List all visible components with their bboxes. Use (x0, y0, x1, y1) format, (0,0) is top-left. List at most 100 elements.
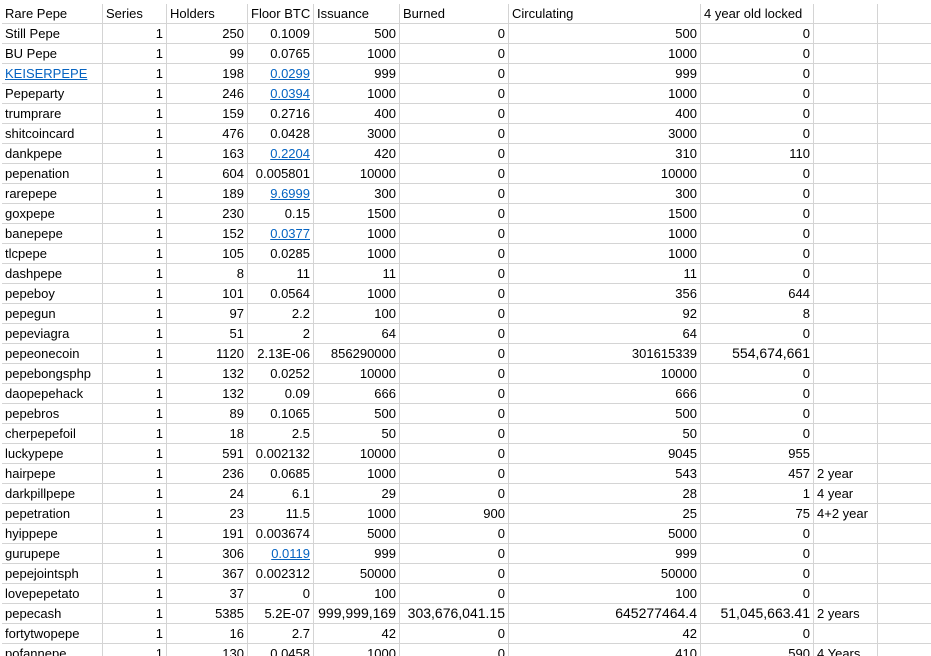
cell-floor-btc[interactable]: 2.5 (248, 424, 314, 444)
cell-rare-pepe[interactable]: darkpillpepe (2, 484, 103, 504)
cell-extra[interactable] (878, 344, 931, 364)
cell-rare-pepe[interactable]: pepeviagra (2, 324, 103, 344)
cell-holders[interactable]: 132 (167, 364, 248, 384)
cell-locked[interactable]: 8 (701, 304, 814, 324)
cell-issuance[interactable]: 666 (314, 384, 400, 404)
cell-floor-btc[interactable]: 0.002132 (248, 444, 314, 464)
cell-lock-note[interactable]: 4+2 year (814, 504, 878, 524)
cell-extra[interactable] (878, 224, 931, 244)
cell-locked[interactable]: 0 (701, 244, 814, 264)
cell-circulating[interactable]: 50 (509, 424, 701, 444)
cell-holders[interactable]: 24 (167, 484, 248, 504)
cell-holders[interactable]: 591 (167, 444, 248, 464)
cell-burned[interactable]: 0 (400, 344, 509, 364)
cell-locked[interactable]: 0 (701, 524, 814, 544)
cell-extra[interactable] (878, 504, 931, 524)
cell-lock-note[interactable] (814, 184, 878, 204)
cell-circulating[interactable]: 301615339 (509, 344, 701, 364)
cell-series[interactable]: 1 (103, 344, 167, 364)
cell-issuance[interactable]: 999 (314, 544, 400, 564)
cell-holders[interactable]: 189 (167, 184, 248, 204)
cell-rare-pepe[interactable]: pofannepe (2, 644, 103, 656)
cell-lock-note[interactable] (814, 344, 878, 364)
cell-circulating[interactable]: 100 (509, 584, 701, 604)
cell-extra[interactable] (878, 424, 931, 444)
cell-rare-pepe[interactable]: dashpepe (2, 264, 103, 284)
cell-rare-pepe[interactable]: hairpepe (2, 464, 103, 484)
cell-lock-note[interactable] (814, 304, 878, 324)
cell-lock-note[interactable]: 4 year (814, 484, 878, 504)
cell-holders[interactable]: 97 (167, 304, 248, 324)
cell-circulating[interactable]: 645277464.4 (509, 604, 701, 624)
cell-locked[interactable]: 0 (701, 84, 814, 104)
cell-extra[interactable] (878, 584, 931, 604)
cell-rare-pepe[interactable]: shitcoincard (2, 124, 103, 144)
cell-floor-btc[interactable]: 0.1009 (248, 24, 314, 44)
cell-issuance[interactable]: 10000 (314, 444, 400, 464)
cell-issuance[interactable]: 10000 (314, 164, 400, 184)
cell-circulating[interactable]: 28 (509, 484, 701, 504)
cell-issuance[interactable]: 1000 (314, 244, 400, 264)
cell-rare-pepe[interactable]: pepejointsph (2, 564, 103, 584)
cell-floor-btc[interactable]: 0.0428 (248, 124, 314, 144)
cell-issuance[interactable]: 64 (314, 324, 400, 344)
cell-holders[interactable]: 89 (167, 404, 248, 424)
cell-rare-pepe[interactable]: pepetration (2, 504, 103, 524)
cell-locked[interactable]: 0 (701, 44, 814, 64)
header-cell-issuance[interactable]: Issuance (314, 4, 400, 24)
cell-rare-pepe[interactable]: gurupepe (2, 544, 103, 564)
cell-floor-btc[interactable]: 0.0685 (248, 464, 314, 484)
cell-circulating[interactable]: 42 (509, 624, 701, 644)
cell-burned[interactable]: 0 (400, 404, 509, 424)
cell-holders[interactable]: 246 (167, 84, 248, 104)
cell-issuance[interactable]: 5000 (314, 524, 400, 544)
cell-burned[interactable]: 0 (400, 264, 509, 284)
cell-locked[interactable]: 0 (701, 544, 814, 564)
cell-rare-pepe[interactable]: KEISERPEPE (2, 64, 103, 84)
cell-burned[interactable]: 0 (400, 644, 509, 656)
cell-circulating[interactable]: 10000 (509, 164, 701, 184)
cell-issuance[interactable]: 42 (314, 624, 400, 644)
cell-floor-btc[interactable]: 0.002312 (248, 564, 314, 584)
cell-series[interactable]: 1 (103, 44, 167, 64)
cell-locked[interactable]: 0 (701, 404, 814, 424)
cell-lock-note[interactable] (814, 84, 878, 104)
cell-floor-btc[interactable]: 0 (248, 584, 314, 604)
cell-extra[interactable] (878, 604, 931, 624)
cell-burned[interactable]: 0 (400, 464, 509, 484)
cell-floor-btc[interactable]: 0.09 (248, 384, 314, 404)
cell-series[interactable]: 1 (103, 24, 167, 44)
cell-floor-btc[interactable]: 2.7 (248, 624, 314, 644)
cell-locked[interactable]: 0 (701, 64, 814, 84)
cell-issuance[interactable]: 10000 (314, 364, 400, 384)
cell-rare-pepe[interactable]: pepecash (2, 604, 103, 624)
cell-locked[interactable]: 0 (701, 424, 814, 444)
cell-issuance[interactable]: 1000 (314, 504, 400, 524)
cell-issuance[interactable]: 1000 (314, 464, 400, 484)
cell-extra[interactable] (878, 624, 931, 644)
cell-extra[interactable] (878, 484, 931, 504)
cell-rare-pepe[interactable]: pepebongsphp (2, 364, 103, 384)
cell-floor-btc[interactable]: 0.0564 (248, 284, 314, 304)
cell-burned[interactable]: 900 (400, 504, 509, 524)
cell-floor-btc[interactable]: 11 (248, 264, 314, 284)
header-cell-circulating[interactable]: Circulating (509, 4, 701, 24)
cell-rare-pepe[interactable]: Pepeparty (2, 84, 103, 104)
cell-lock-note[interactable] (814, 24, 878, 44)
cell-burned[interactable]: 0 (400, 104, 509, 124)
cell-locked[interactable]: 644 (701, 284, 814, 304)
cell-floor-btc[interactable]: 0.1065 (248, 404, 314, 424)
cell-burned[interactable]: 0 (400, 544, 509, 564)
cell-burned[interactable]: 0 (400, 204, 509, 224)
cell-locked[interactable]: 0 (701, 324, 814, 344)
cell-burned[interactable]: 0 (400, 144, 509, 164)
cell-series[interactable]: 1 (103, 84, 167, 104)
cell-lock-note[interactable]: 2 year (814, 464, 878, 484)
cell-locked[interactable]: 554,674,661 (701, 344, 814, 364)
cell-burned[interactable]: 0 (400, 384, 509, 404)
cell-circulating[interactable]: 1500 (509, 204, 701, 224)
cell-circulating[interactable]: 10000 (509, 364, 701, 384)
header-cell-floor-btc[interactable]: Floor BTC (248, 4, 314, 24)
cell-holders[interactable]: 5385 (167, 604, 248, 624)
cell-lock-note[interactable] (814, 584, 878, 604)
